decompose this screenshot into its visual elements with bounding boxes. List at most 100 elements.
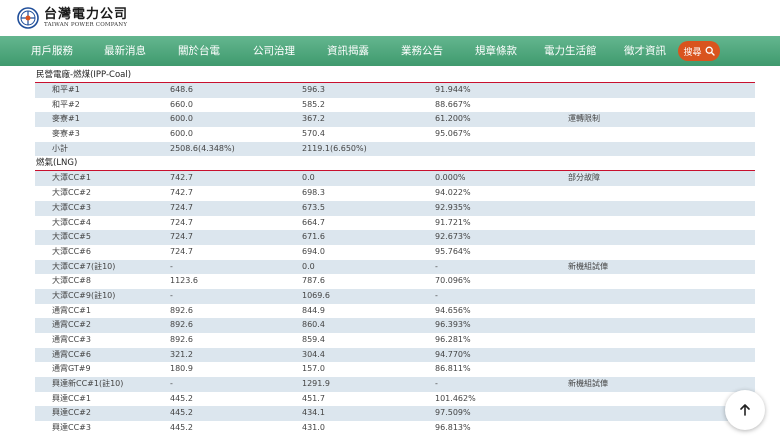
table-row: 大潭CC#4 724.7 664.7 91.721% [35, 216, 755, 231]
unit-name: 通霄CC#6 [52, 349, 91, 359]
search-label: 搜尋 [683, 46, 702, 57]
nav-customer-service[interactable]: 用戶服務 [31, 36, 73, 66]
search-button[interactable]: 搜尋 [678, 41, 720, 61]
usage-percent: 88.667% [435, 99, 471, 109]
usage-percent: - [435, 261, 438, 271]
nav-latest-news[interactable]: 最新消息 [104, 36, 146, 66]
net-output-value: 570.4 [302, 129, 325, 139]
net-output-value: 673.5 [302, 202, 325, 212]
usage-percent: 91.944% [435, 85, 471, 94]
table-row: 通霄CC#1 892.6 844.9 94.656% [35, 304, 755, 319]
capacity-value: 2508.6(4.348%) [170, 143, 235, 153]
unit-name: 小計 [52, 143, 68, 153]
logo-english-name: TAIWAN POWER COMPANY [44, 21, 128, 28]
usage-percent: 96.393% [435, 320, 471, 330]
table-row: 大潭CC#8 1123.6 787.6 70.096% [35, 274, 755, 289]
capacity-value: 600.0 [170, 129, 193, 139]
net-output-value: 694.0 [302, 246, 325, 256]
usage-percent: 92.673% [435, 232, 471, 242]
logo-text: 台灣電力公司 TAIWAN POWER COMPANY [44, 8, 128, 29]
usage-percent: 96.813% [435, 423, 471, 433]
usage-percent: 94.770% [435, 349, 471, 359]
net-output-value: 664.7 [302, 217, 325, 227]
net-output-value: 434.1 [302, 408, 325, 418]
unit-name: 和平#1 [52, 85, 80, 94]
unit-name: 興達CC#3 [52, 423, 91, 433]
unit-name: 麥寮#3 [52, 129, 80, 139]
capacity-value: 892.6 [170, 335, 193, 344]
nav-power-life[interactable]: 電力生活館 [544, 36, 597, 66]
table-row: 大潭CC#2 742.7 698.3 94.022% [35, 186, 755, 201]
table-row: 興達CC#1 445.2 451.7 101.462% [35, 392, 755, 407]
net-output-value: 157.0 [302, 364, 325, 374]
home-logo-link[interactable]: 台灣電力公司 TAIWAN POWER COMPANY [17, 7, 128, 29]
search-icon [705, 46, 715, 56]
capacity-value: 1123.6 [170, 276, 198, 286]
usage-percent: 95.067% [435, 129, 471, 139]
unit-name: 通霄CC#1 [52, 305, 91, 315]
section-header: 燃氣(LNG) [35, 156, 755, 172]
net-output-value: 671.6 [302, 232, 325, 242]
usage-percent: 94.022% [435, 188, 471, 198]
usage-percent: 91.721% [435, 217, 471, 227]
table-row: 小計 2508.6(4.348%) 2119.1(6.650%) [35, 141, 755, 157]
table-row: 興達CC#2 445.2 434.1 97.509% [35, 406, 755, 422]
nav-governance[interactable]: 公司治理 [253, 36, 295, 66]
capacity-value: 648.6 [170, 85, 193, 94]
table-row: 大潭CC#5 724.7 671.6 92.673% [35, 230, 755, 245]
nav-disclosure[interactable]: 資訊揭露 [327, 36, 369, 66]
remark: 運轉限制 [568, 114, 600, 124]
net-output-value: 787.6 [302, 276, 325, 286]
table-row: 麥寮#1 600.0 367.2 61.200% 運轉限制 [35, 112, 755, 128]
unit-name: 大潭CC#4 [52, 217, 91, 227]
unit-name: 興達CC#2 [52, 408, 91, 418]
usage-percent: 95.764% [435, 246, 471, 256]
site-header: 台灣電力公司 TAIWAN POWER COMPANY [0, 0, 780, 36]
nav-about[interactable]: 關於台電 [178, 36, 220, 66]
table-row: 麥寮#3 600.0 570.4 95.067% [35, 127, 755, 142]
arrow-up-icon [740, 404, 750, 416]
unit-name: 興達CC#1 [52, 393, 91, 403]
table-row: 興達新CC#1(註10) - 1291.9 - 新機組試俥 [35, 377, 755, 392]
unit-name: 大潭CC#7(註10) [52, 261, 116, 271]
usage-percent: 94.656% [435, 305, 471, 315]
table-row: 興達CC#3 445.2 431.0 96.813% [35, 421, 755, 436]
scroll-to-top-button[interactable] [725, 390, 765, 430]
unit-name: 大潭CC#2 [52, 188, 91, 198]
unit-name: 大潭CC#6 [52, 246, 91, 256]
capacity-value: 892.6 [170, 320, 193, 330]
capacity-value: 445.2 [170, 423, 193, 433]
unit-name: 大潭CC#1 [52, 173, 91, 183]
table-row: 通霄CC#3 892.6 859.4 96.281% [35, 333, 755, 348]
net-output-value: 451.7 [302, 393, 325, 403]
usage-percent: - [435, 379, 438, 389]
capacity-value: - [170, 290, 173, 300]
nav-careers[interactable]: 徵才資訊 [624, 36, 666, 66]
net-output-value: 431.0 [302, 423, 325, 433]
table-row: 大潭CC#3 724.7 673.5 92.935% [35, 200, 755, 216]
unit-name: 大潭CC#8 [52, 276, 91, 286]
table-row: 和平#1 648.6 596.3 91.944% [35, 83, 755, 98]
usage-percent: 97.509% [435, 408, 471, 418]
unit-name: 通霄CC#2 [52, 320, 91, 330]
usage-percent: 0.000% [435, 173, 466, 183]
net-output-value: 860.4 [302, 320, 325, 330]
capacity-value: 724.7 [170, 232, 193, 242]
usage-percent: 61.200% [435, 114, 471, 124]
nav-announcements[interactable]: 業務公告 [401, 36, 443, 66]
usage-percent: 86.811% [435, 364, 471, 374]
usage-percent: 101.462% [435, 393, 476, 403]
table-row: 和平#2 660.0 585.2 88.667% [35, 98, 755, 113]
usage-percent: - [435, 290, 438, 300]
capacity-value: - [170, 261, 173, 271]
unit-name: 大潭CC#9(註10) [52, 290, 116, 300]
section-header: 民營電廠-燃煤(IPP-Coal) [35, 68, 755, 83]
capacity-value: 660.0 [170, 99, 193, 109]
unit-name: 大潭CC#3 [52, 202, 91, 212]
capacity-value: 600.0 [170, 114, 193, 124]
main-nav: 用戶服務 最新消息 關於台電 公司治理 資訊揭露 業務公告 規章條款 電力生活館… [0, 36, 780, 66]
nav-regulations[interactable]: 規章條款 [475, 36, 517, 66]
logo-chinese-name: 台灣電力公司 [44, 6, 129, 22]
unit-name: 通霄CC#3 [52, 335, 91, 344]
capacity-value: 724.7 [170, 202, 193, 212]
